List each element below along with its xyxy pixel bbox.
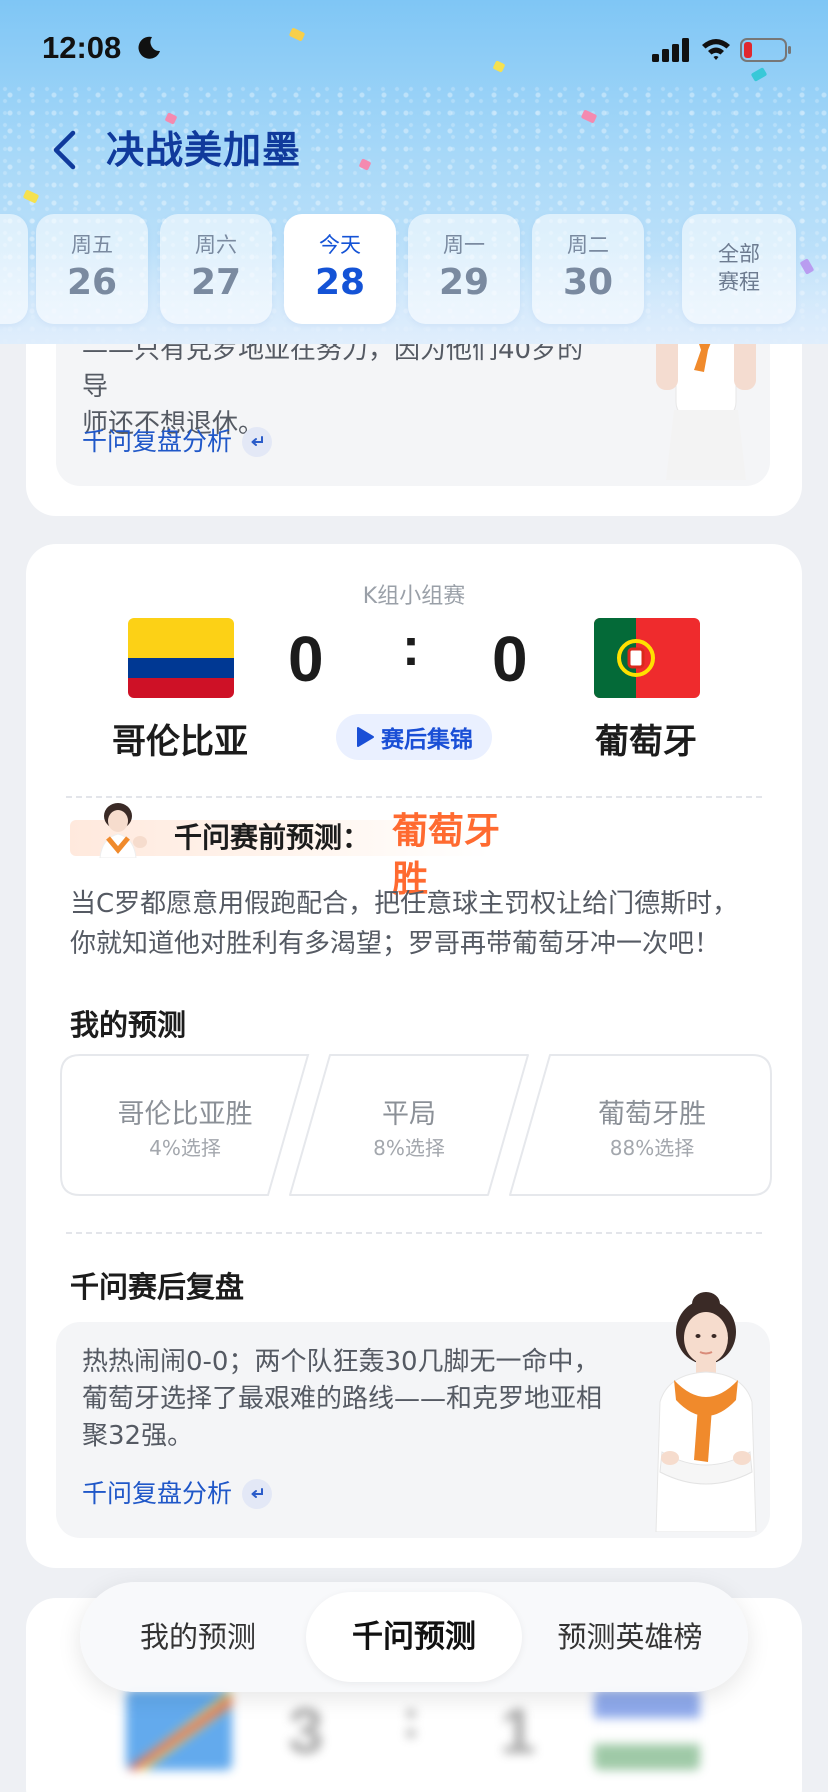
- play-icon: [357, 727, 374, 747]
- next-away-score: 1: [500, 1695, 536, 1767]
- return-icon: [242, 427, 273, 457]
- battery-icon: [740, 38, 791, 62]
- date-weekday: 周一: [443, 233, 485, 257]
- all-schedule-label: 全部 赛程: [682, 240, 796, 296]
- match-card: K组小组赛 0 : 0 哥伦比亚 赛后集锦 葡萄牙 千问赛前预测： 葡萄牙胜 当…: [26, 544, 802, 1568]
- vote-option-percent: 4%选择: [149, 1136, 221, 1160]
- date-item-today[interactable]: 今天 28: [284, 214, 396, 324]
- header: 12:08 决战美加墨 周五 26 周六 27 今天 28 周一 29 周二 3…: [0, 0, 828, 344]
- prediction-text-line: 你就知道他对胜利有多渴望；罗哥再带葡萄牙冲一次吧！: [70, 929, 721, 959]
- date-day: 30: [562, 262, 614, 303]
- date-weekday: 今天: [319, 233, 361, 257]
- review-text-line: 热热闹闹0-0；两个队狂轰30几脚无一命中，: [82, 1347, 600, 1377]
- chevron-left-icon: [53, 130, 76, 170]
- nav-bar: 决战美加墨: [0, 118, 828, 182]
- group-stage-label: K组小组赛: [362, 584, 466, 609]
- highlights-button[interactable]: 赛后集锦: [336, 714, 492, 760]
- ai-prediction-text: 当C罗都愿意用假跑配合，把任意球主罚权让给门德斯时， 你就知道他对胜利有多渴望；…: [70, 884, 770, 964]
- status-time: 12:08: [42, 30, 122, 65]
- tab-prediction-leaderboard[interactable]: 预测英雄榜: [530, 1592, 730, 1682]
- vote-options: 哥伦比亚胜 4%选择 平局 8%选择 葡萄牙胜 88%选择: [60, 1054, 772, 1196]
- dr-congo-flag: [126, 1690, 232, 1770]
- vote-option-label: 葡萄牙胜: [598, 1099, 706, 1130]
- date-day: 26: [66, 262, 118, 303]
- ai-prediction-label: 千问赛前预测：: [174, 821, 371, 854]
- my-prediction-title: 我的预测: [70, 1008, 187, 1042]
- date-day: 29: [438, 262, 490, 303]
- vote-option-label: 哥伦比亚胜: [117, 1099, 253, 1130]
- away-score: 0: [492, 623, 528, 695]
- colombia-flag: [128, 618, 234, 698]
- review-analysis-link-label: 千问复盘分析: [82, 1479, 233, 1508]
- date-day: 27: [190, 262, 242, 303]
- home-score: 0: [288, 623, 324, 695]
- moon-icon: [138, 36, 160, 59]
- all-schedule-line: 全部: [718, 242, 760, 266]
- prediction-text-line: 当C罗都愿意用假跑配合，把任意球主罚权让给门德斯时，: [70, 889, 739, 919]
- score-separator: :: [402, 617, 420, 677]
- back-button[interactable]: [44, 126, 84, 174]
- next-away-flag: [594, 1690, 700, 1770]
- analyst-avatar-icon: [99, 803, 147, 858]
- divider: [66, 1232, 762, 1234]
- next-score-separator: :: [402, 1689, 420, 1749]
- all-schedule-line: 赛程: [718, 270, 760, 294]
- cellular-signal-icon: [652, 38, 689, 62]
- analyst-illustration: [655, 1292, 757, 1532]
- review-text-line: 聚32强。: [82, 1421, 194, 1451]
- date-item-tue[interactable]: 周二 30: [532, 214, 644, 324]
- page-title: 决战美加墨: [106, 128, 302, 172]
- date-item-mon[interactable]: 周一 29: [408, 214, 520, 324]
- portugal-flag: [594, 618, 700, 698]
- previous-review-link-label: 千问复盘分析: [82, 427, 233, 456]
- highlights-label: 赛后集锦: [381, 727, 473, 753]
- date-weekday: 周五: [71, 233, 113, 257]
- vote-option-home-win[interactable]: 哥伦比亚胜 4%选择: [60, 1054, 310, 1196]
- date-item-fri[interactable]: 周五 26: [36, 214, 148, 324]
- divider: [66, 796, 762, 798]
- previous-review-link[interactable]: 千问复盘分析: [82, 426, 273, 458]
- app-screen: ——只有克罗地亚在努力，因为他们40岁的导 师还不想退休。 千问复盘分析 K组小…: [0, 0, 828, 1792]
- review-analysis-link[interactable]: 千问复盘分析: [82, 1478, 273, 1510]
- date-item-previous[interactable]: [0, 214, 28, 324]
- status-bar: 12:08: [0, 0, 828, 96]
- ai-prediction-header: 千问赛前预测： 葡萄牙胜: [70, 802, 520, 900]
- date-weekday: 周二: [567, 233, 609, 257]
- date-item-sat[interactable]: 周六 27: [160, 214, 272, 324]
- return-icon: [242, 1479, 273, 1509]
- vote-option-label: 平局: [382, 1099, 436, 1130]
- tab-my-prediction[interactable]: 我的预测: [100, 1592, 296, 1682]
- home-team-name: 哥伦比亚: [112, 722, 248, 762]
- vote-option-draw[interactable]: 平局 8%选择: [288, 1054, 530, 1196]
- date-weekday: 周六: [195, 233, 237, 257]
- all-schedule-button[interactable]: 全部 赛程: [682, 214, 796, 324]
- bottom-tab-bar: 我的预测 千问预测 预测英雄榜: [80, 1582, 748, 1692]
- away-team-name: 葡萄牙: [595, 722, 697, 762]
- wifi-icon: [702, 39, 730, 60]
- post-match-review-text: 热热闹闹0-0；两个队狂轰30几脚无一命中， 葡萄牙选择了最艰难的路线——和克罗…: [82, 1344, 602, 1455]
- tab-ai-prediction[interactable]: 千问预测: [306, 1592, 522, 1682]
- post-match-review-title: 千问赛后复盘: [70, 1270, 245, 1304]
- review-text-line: 葡萄牙选择了最艰难的路线——和克罗地亚相: [82, 1384, 603, 1414]
- next-home-score: 3: [288, 1695, 324, 1767]
- vote-option-percent: 8%选择: [373, 1136, 445, 1160]
- date-selector: 周五 26 周六 27 今天 28 周一 29 周二 30 全部赛程: [0, 214, 828, 328]
- vote-option-away-win[interactable]: 葡萄牙胜 88%选择: [508, 1054, 772, 1196]
- date-day: 28: [314, 262, 366, 303]
- vote-option-percent: 88%选择: [609, 1136, 695, 1160]
